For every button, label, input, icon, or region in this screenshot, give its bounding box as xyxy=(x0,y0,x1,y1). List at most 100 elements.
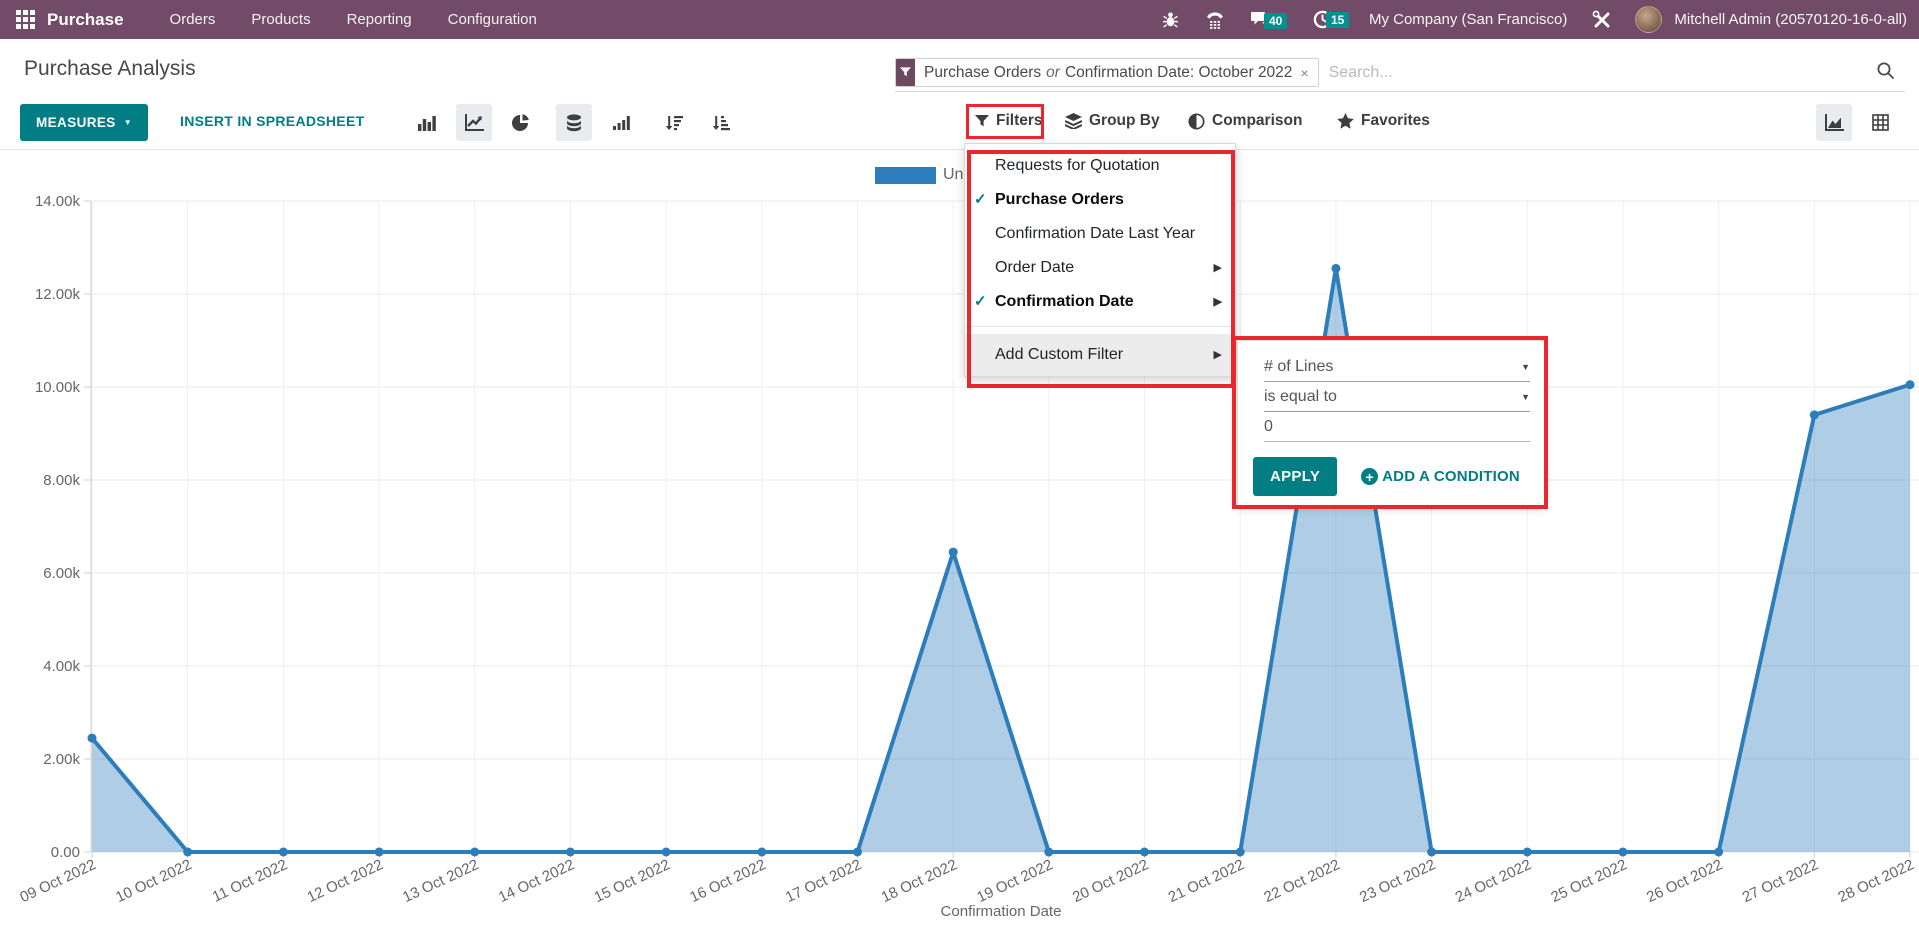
legend-label: Un xyxy=(943,166,963,184)
sort-asc-icon xyxy=(712,115,730,131)
measures-button[interactable]: MEASURES ▼ xyxy=(20,104,148,141)
app-name[interactable]: Purchase xyxy=(47,10,124,30)
view-switcher xyxy=(1816,104,1908,141)
custom-filter-field-select[interactable]: # of Lines ▼ xyxy=(1264,352,1530,382)
svg-text:18 Oct 2022: 18 Oct 2022 xyxy=(879,856,960,906)
facet-remove-icon[interactable]: × xyxy=(1296,59,1317,86)
group-by-label: Group By xyxy=(1089,112,1160,130)
apply-button[interactable]: APPLY xyxy=(1253,457,1337,496)
debug-bug-icon[interactable] xyxy=(1149,11,1192,28)
nav-menu-configuration[interactable]: Configuration xyxy=(430,0,555,39)
menu-item-confirmation-date[interactable]: ✓ Confirmation Date ▶ xyxy=(965,285,1235,319)
custom-filter-operator-select[interactable]: is equal to ▼ xyxy=(1264,382,1530,412)
activities-menu[interactable]: 15 xyxy=(1300,10,1345,29)
menu-item-label: Confirmation Date Last Year xyxy=(995,225,1195,242)
favorites-star-icon xyxy=(1337,113,1354,129)
apps-grid-icon[interactable] xyxy=(0,10,47,29)
chevron-down-icon: ▼ xyxy=(1521,362,1530,372)
activities-count-badge[interactable]: 15 xyxy=(1326,12,1349,28)
svg-text:21 Oct 2022: 21 Oct 2022 xyxy=(1166,856,1247,906)
svg-text:11 Oct 2022: 11 Oct 2022 xyxy=(210,856,290,905)
add-condition-label: ADD A CONDITION xyxy=(1382,468,1520,485)
svg-text:24 Oct 2022: 24 Oct 2022 xyxy=(1453,856,1534,906)
custom-filter-value-input[interactable]: 0 xyxy=(1264,412,1530,442)
messages-count-badge[interactable]: 40 xyxy=(1264,13,1287,29)
facet-value: Purchase Orders or Confirmation Date: Oc… xyxy=(915,59,1296,86)
pivot-view-button[interactable] xyxy=(1862,104,1898,141)
facet-filter-icon xyxy=(896,59,915,86)
legend-swatch xyxy=(875,167,936,184)
comparison-button[interactable]: Comparison xyxy=(1188,112,1302,130)
area-view-icon xyxy=(1825,114,1844,131)
group-by-button[interactable]: Group By xyxy=(1065,112,1160,130)
sort-desc-icon xyxy=(665,115,683,131)
svg-text:2.00k: 2.00k xyxy=(43,751,80,768)
svg-text:19 Oct 2022: 19 Oct 2022 xyxy=(974,856,1055,906)
cumulative-bars-button[interactable] xyxy=(603,104,639,141)
search-bar: Purchase Orders or Confirmation Date: Oc… xyxy=(895,54,1905,92)
graph-view-button[interactable] xyxy=(1816,104,1852,141)
navbar-right: 40 15 My Company (San Francisco) Mitchel… xyxy=(1149,6,1919,33)
nav-menu-reporting[interactable]: Reporting xyxy=(329,0,430,39)
line-chart-button[interactable] xyxy=(456,104,492,141)
nav-menu-orders[interactable]: Orders xyxy=(152,0,234,39)
search-facet[interactable]: Purchase Orders or Confirmation Date: Oc… xyxy=(895,58,1319,87)
plus-circle-icon: + xyxy=(1361,468,1378,485)
bar-chart-button[interactable] xyxy=(409,104,445,141)
filters-button[interactable]: Filters xyxy=(975,112,1043,130)
submenu-caret-icon: ▶ xyxy=(1214,285,1222,319)
pivot-view-icon xyxy=(1872,114,1889,131)
operator-select-value: is equal to xyxy=(1264,388,1337,406)
company-switcher[interactable]: My Company (San Francisco) xyxy=(1357,11,1579,28)
favorites-button[interactable]: Favorites xyxy=(1337,112,1430,130)
line-chart-icon xyxy=(465,114,484,131)
menu-item-label: Confirmation Date xyxy=(995,293,1134,310)
check-icon: ✓ xyxy=(974,285,987,319)
search-icon xyxy=(1876,61,1895,85)
facet-value-part2: Confirmation Date: October 2022 xyxy=(1065,64,1292,82)
filters-label: Filters xyxy=(996,112,1043,130)
menu-separator xyxy=(965,326,1235,327)
ascending-bars-icon xyxy=(613,115,630,130)
svg-text:27 Oct 2022: 27 Oct 2022 xyxy=(1740,856,1821,906)
svg-text:10.00k: 10.00k xyxy=(35,379,81,396)
svg-text:26 Oct 2022: 26 Oct 2022 xyxy=(1644,856,1725,906)
purchase-analysis-chart: 0.002.00k4.00k6.00k8.00k10.00k12.00k14.0… xyxy=(0,150,1919,931)
menu-item-purchase-orders[interactable]: ✓ Purchase Orders xyxy=(965,183,1235,217)
menu-item-order-date[interactable]: Order Date ▶ xyxy=(965,251,1235,285)
svg-text:4.00k: 4.00k xyxy=(43,658,80,675)
menu-item-add-custom-filter[interactable]: Add Custom Filter ▶ xyxy=(965,334,1235,376)
messages-menu[interactable]: 40 xyxy=(1238,11,1286,29)
comparison-icon xyxy=(1188,113,1205,130)
tools-icon[interactable] xyxy=(1579,10,1625,30)
search-input[interactable] xyxy=(1319,64,1876,82)
chart-legend[interactable]: Un xyxy=(875,166,963,184)
nav-menu-products[interactable]: Products xyxy=(233,0,328,39)
svg-text:0.00: 0.00 xyxy=(51,844,80,861)
pie-chart-icon xyxy=(512,114,530,132)
svg-text:14.00k: 14.00k xyxy=(35,193,81,210)
svg-text:Confirmation Date: Confirmation Date xyxy=(941,903,1062,920)
field-select-value: # of Lines xyxy=(1264,358,1333,376)
svg-text:22 Oct 2022: 22 Oct 2022 xyxy=(1261,856,1342,906)
sort-desc-button[interactable] xyxy=(656,104,692,141)
insert-in-spreadsheet-button[interactable]: INSERT IN SPREADSHEET xyxy=(180,113,364,129)
phone-icon[interactable] xyxy=(1192,11,1238,29)
bar-chart-icon xyxy=(418,115,436,131)
menu-item-label: Add Custom Filter xyxy=(995,346,1123,363)
user-menu[interactable]: Mitchell Admin (20570120-16-0-all) xyxy=(1662,11,1919,28)
stacked-icon xyxy=(565,114,583,132)
pie-chart-button[interactable] xyxy=(503,104,539,141)
menu-item-label: Purchase Orders xyxy=(995,191,1124,208)
menu-item-requests-for-quotation[interactable]: Requests for Quotation xyxy=(965,149,1235,183)
menu-item-confirmation-date-last-year[interactable]: Confirmation Date Last Year xyxy=(965,217,1235,251)
custom-filter-actions: APPLY + ADD A CONDITION xyxy=(1253,457,1530,496)
sort-asc-button[interactable] xyxy=(703,104,739,141)
favorites-label: Favorites xyxy=(1361,112,1430,130)
add-a-condition-button[interactable]: + ADD A CONDITION xyxy=(1361,468,1520,485)
menu-item-label: Requests for Quotation xyxy=(995,157,1160,174)
measures-label: MEASURES xyxy=(36,115,116,130)
stacked-toggle-button[interactable] xyxy=(556,104,592,141)
filter-icon xyxy=(975,115,989,128)
avatar[interactable] xyxy=(1635,6,1662,33)
